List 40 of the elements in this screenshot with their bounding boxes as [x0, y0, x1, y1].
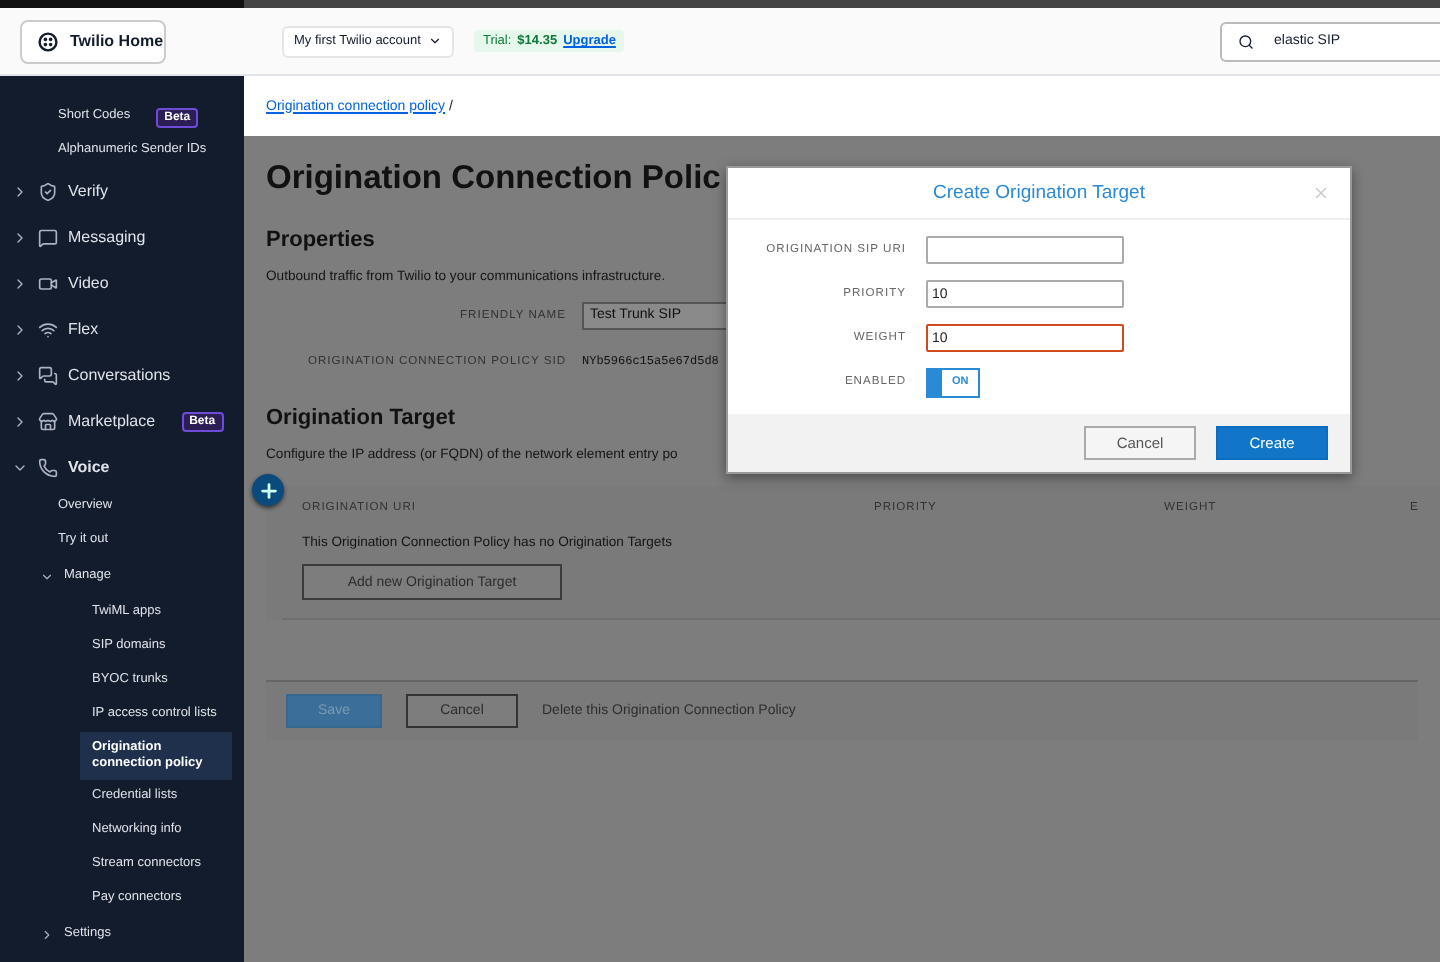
nav-icon [38, 181, 58, 201]
nav-icon [38, 365, 58, 385]
plus-icon [257, 479, 279, 501]
sidebar-item[interactable]: Flex [0, 306, 244, 352]
section-heading: Origination Target [266, 406, 456, 430]
caret-icon [428, 34, 443, 48]
chevron-icon [12, 183, 28, 199]
nav-icon [38, 319, 58, 339]
chevron-icon [40, 928, 54, 942]
nav-icon [38, 411, 58, 431]
sidebar-label: Video [68, 273, 109, 293]
sidebar-item[interactable]: Messaging [0, 214, 244, 260]
nav-icon [38, 457, 58, 477]
sidebar-label: Flex [68, 319, 99, 339]
chevron-icon [12, 275, 28, 291]
sidebar-item[interactable]: Conversations [0, 352, 244, 398]
sidebar-item[interactable]: Voice [0, 444, 244, 490]
add-button[interactable] [252, 474, 284, 506]
chevron-icon [12, 229, 28, 245]
sidebar-label: Conversations [68, 365, 171, 385]
sidebar-label: Voice [68, 457, 110, 477]
close-icon[interactable] [1312, 184, 1330, 202]
sidebar-item[interactable]: Video [0, 260, 244, 306]
home-button[interactable]: Twilio Home [20, 19, 166, 63]
sidebar-label: Messaging [68, 227, 146, 247]
sidebar-label: Marketplace [68, 411, 156, 431]
sidebar-label: Verify [68, 181, 109, 201]
section-heading: Properties [266, 228, 375, 252]
chevron-icon [12, 367, 28, 383]
chevron-icon [40, 570, 54, 584]
page-title: Origination Connection Polic [266, 160, 721, 198]
nav-icon [38, 273, 58, 293]
nav-icon [38, 227, 58, 247]
chevron-icon [12, 321, 28, 337]
logo-icon [38, 31, 58, 51]
search-icon [1238, 33, 1254, 49]
chevron-icon [12, 413, 28, 429]
modal-title: Create Origination Target [933, 182, 1145, 204]
sidebar-item[interactable]: Verify [0, 168, 244, 214]
input-field[interactable] [926, 236, 1124, 264]
